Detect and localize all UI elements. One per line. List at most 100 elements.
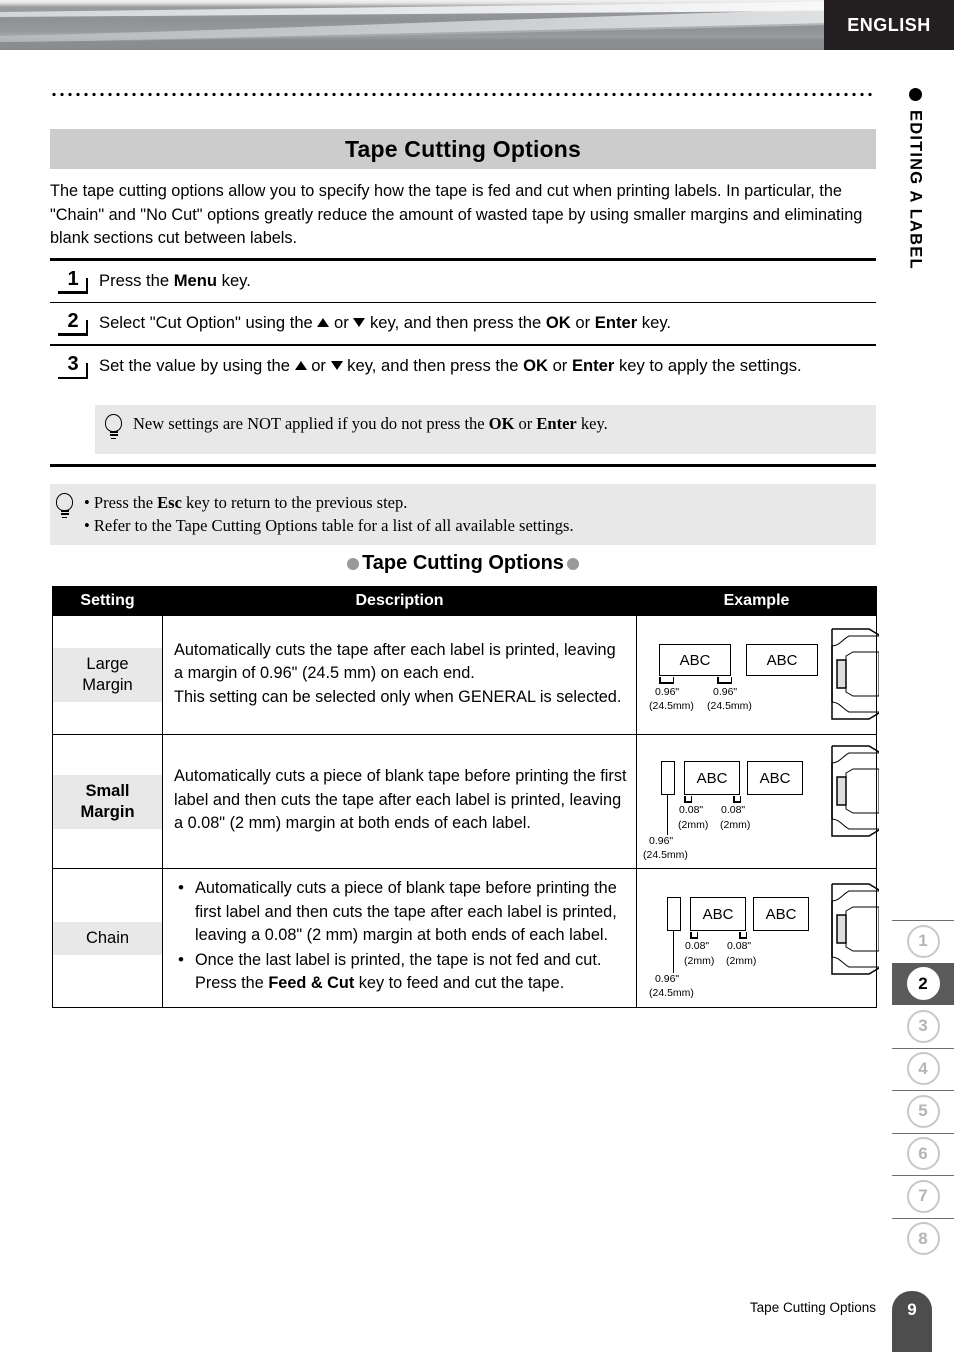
leader-line: [667, 795, 669, 835]
column-header-setting: Setting: [52, 586, 163, 616]
step-row: 1 Press the Menu key.: [50, 261, 876, 302]
dimension-text: 0.08": [727, 940, 752, 952]
step-text: Press the Menu key.: [99, 270, 251, 290]
emphasis-text: OK: [523, 356, 548, 376]
description-text: Automatically cuts the tape after each l…: [163, 632, 636, 719]
dimension-bracket: [739, 932, 747, 939]
label-box: ABC: [746, 644, 818, 676]
example-cell: ABC ABC 0.96" (24.5mm) 0.96" (24.5mm): [636, 615, 879, 735]
chapter-tab-label: 5: [906, 1094, 940, 1128]
bullet-dot-icon: [347, 557, 360, 570]
dimension-text: (2mm): [720, 819, 751, 831]
step-text: Set the value by using the or key, and t…: [99, 356, 802, 376]
example-illustration-large-margin: ABC ABC 0.96" (24.5mm) 0.96" (24.5mm): [637, 616, 879, 734]
printer-illustration: [831, 883, 879, 975]
setting-cell: Small Margin: [52, 734, 163, 869]
step-row: 2 Select "Cut Option" using the or key, …: [50, 303, 876, 344]
step-text: Select "Cut Option" using the or key, an…: [99, 312, 671, 332]
footer-section-title: Tape Cutting Options: [749, 1300, 876, 1315]
dimension-bracket: [733, 796, 741, 803]
table-row: Large Margin Automatically cuts the tape …: [52, 615, 879, 735]
chapter-label-text: EDITING A LABEL: [906, 110, 925, 270]
leader-line: [673, 931, 675, 973]
arrow-down-icon: [353, 317, 366, 327]
description-text: Automatically cuts a piece of blank tape…: [163, 758, 636, 845]
chapter-tab-3[interactable]: 3: [892, 1005, 954, 1048]
blank-tape-box: [667, 897, 681, 931]
step-number: 3: [58, 353, 89, 380]
setting-label: Small Margin: [53, 774, 162, 829]
example-illustration-small-margin: ABC ABC 0.08" (2mm) 0.08" (2mm) 0.96" (2…: [637, 735, 879, 868]
procedure-steps: 1 Press the Menu key. 2 Select "Cut Opti…: [50, 258, 876, 387]
printer-illustration: [831, 745, 879, 837]
description-line: Automatically cuts a piece of blank tape…: [174, 767, 627, 833]
dimension-text: 0.96": [713, 686, 738, 698]
chapter-tab-label: 6: [906, 1137, 940, 1171]
chapter-tab-1[interactable]: 1: [892, 920, 954, 963]
blank-tape-box: [661, 761, 675, 795]
step-number: 2: [58, 310, 89, 336]
dimension-text: (24.5mm): [707, 700, 752, 712]
description-cell: Automatically cuts the tape after each l…: [162, 615, 637, 735]
column-header-example: Example: [636, 586, 877, 616]
tip-note-body: • Press the Esc key to return to the pre…: [84, 491, 574, 537]
banner-swoosh-decoration: [0, 0, 954, 50]
dimension-text: (24.5mm): [643, 849, 688, 861]
printer-illustration: [831, 628, 879, 720]
emphasis-text: Enter: [594, 312, 638, 332]
arrow-up-icon: [317, 317, 330, 327]
emphasis-text: Esc: [157, 493, 182, 512]
chapter-tab-label: 1: [906, 924, 940, 958]
dimension-text: 0.08": [679, 804, 704, 816]
dotted-divider: [50, 92, 876, 97]
language-badge: ENGLISH: [824, 0, 954, 50]
chapter-tab-7[interactable]: 7: [892, 1175, 954, 1218]
page-title: Tape Cutting Options: [344, 135, 582, 162]
table-row: Chain Automatically cuts a piece of blan…: [52, 868, 879, 1008]
column-header-description: Description: [162, 586, 637, 616]
step-number: 1: [58, 268, 89, 294]
label-box: ABC: [747, 761, 803, 795]
tip-note: • Press the Esc key to return to the pre…: [50, 484, 876, 545]
dimension-text: 0.96": [655, 686, 680, 698]
label-box: ABC: [684, 761, 740, 795]
page-banner: ENGLISH: [0, 0, 954, 50]
emphasis-text: Menu: [173, 270, 218, 290]
inline-note: New settings are NOT applied if you do n…: [95, 405, 876, 454]
chapter-tab-label: 8: [906, 1222, 940, 1256]
tip-note-line: • Refer to the Tape Cutting Options tabl…: [84, 516, 574, 535]
description-bullet: Automatically cuts a piece of blank tape…: [174, 876, 627, 948]
step-row: 3 Set the value by using the or key, and…: [50, 346, 876, 387]
example-illustration-chain: ABC ABC 0.08" (2mm) 0.08" (2mm) 0.96" (2…: [637, 869, 879, 1007]
page-number-tab: 9: [892, 1291, 932, 1352]
chapter-tab-8[interactable]: 8: [892, 1217, 954, 1261]
tape-cutting-options-table: Setting Description Example Large Margin …: [52, 586, 879, 1008]
chapter-tab-strip[interactable]: 1 2 3 4 5 6 7 8: [892, 920, 954, 1268]
table-title-text: Tape Cutting Options: [362, 552, 564, 574]
label-box: ABC: [753, 897, 809, 931]
dimension-bracket: [717, 677, 732, 684]
chapter-tab-5[interactable]: 5: [892, 1090, 954, 1133]
emphasis-text: OK: [488, 414, 515, 433]
steps-bottom-rule: [50, 464, 876, 467]
emphasis-text: OK: [545, 312, 571, 332]
chapter-tab-2[interactable]: 2: [892, 962, 954, 1005]
table-title: Tape Cutting Options: [50, 552, 876, 575]
dimension-text: 0.96": [655, 973, 680, 985]
dimension-text: 0.08": [721, 804, 746, 816]
dimension-bracket: [684, 796, 692, 803]
dimension-text: (24.5mm): [649, 987, 694, 999]
dimension-text: (2mm): [678, 819, 709, 831]
dimension-text: 0.08": [685, 940, 710, 952]
dimension-text: (2mm): [726, 955, 757, 967]
description-bullet: Once the last label is printed, the tape…: [174, 948, 627, 996]
table-header-row: Setting Description Example: [52, 586, 877, 616]
chapter-tab-4[interactable]: 4: [892, 1047, 954, 1091]
example-cell: ABC ABC 0.08" (2mm) 0.08" (2mm) 0.96" (2…: [636, 868, 879, 1008]
description-line: Automatically cuts the tape after each l…: [174, 640, 616, 683]
dimension-bracket: [659, 677, 674, 684]
page-title-bar: Tape Cutting Options: [50, 129, 876, 169]
lightbulb-icon: [52, 491, 78, 525]
setting-label: Chain: [53, 921, 162, 955]
chapter-tab-6[interactable]: 6: [892, 1132, 954, 1176]
